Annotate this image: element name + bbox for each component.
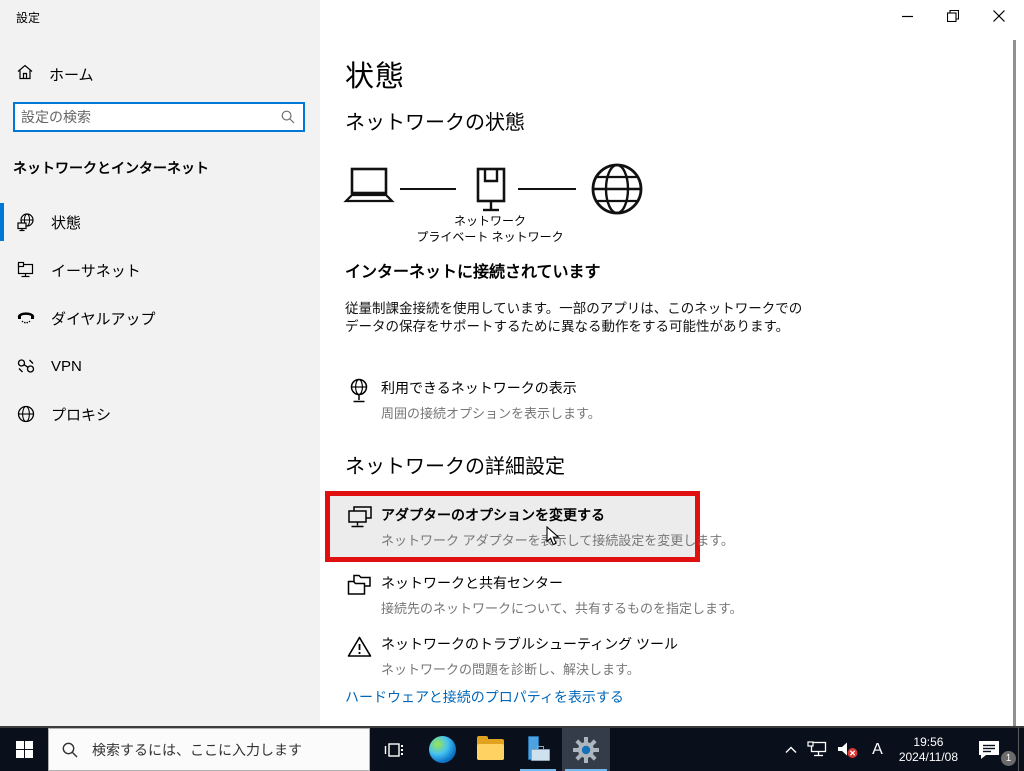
sidebar-item-label: イーサネット — [51, 262, 141, 280]
notification-badge: 1 — [1001, 751, 1016, 766]
clock-date: 2024/11/08 — [898, 749, 958, 764]
window-controls — [884, 0, 1022, 32]
restore-button[interactable] — [930, 0, 976, 32]
system-tray: A 19:56 2024/11/08 1 — [780, 727, 1024, 771]
connection-status-heading: インターネットに接続されています — [345, 264, 601, 281]
start-button[interactable] — [0, 728, 48, 771]
item-description: ネットワークの問題を診断し、解決します。 — [381, 662, 640, 677]
page-title: 状態 — [345, 61, 406, 93]
search-icon — [62, 742, 78, 757]
support-tool-app-icon[interactable] — [514, 728, 562, 771]
warning-triangle-icon — [345, 634, 373, 678]
dialup-phone-icon — [16, 308, 36, 328]
sidebar-item-label: 状態 — [51, 214, 82, 232]
window-title: 設定 — [16, 11, 41, 25]
taskbar: A 19:56 2024/11/08 1 — [0, 726, 1024, 771]
status-page: 状態 ネットワークの状態 ネットワーク プライベート ネットワーク インターネッ… — [320, 0, 1024, 726]
file-explorer-icon[interactable] — [466, 728, 514, 771]
sidebar-item-home[interactable]: ホーム — [0, 58, 320, 90]
settings-window: 設定 ホーム ネットワークとインターネット 状態 — [0, 0, 1024, 726]
vpn-icon — [16, 356, 36, 376]
ethernet-icon — [16, 260, 36, 280]
tray-volume-muted-icon[interactable] — [832, 727, 864, 771]
mouse-cursor — [546, 526, 560, 546]
internet-globe-icon — [591, 163, 643, 215]
edge-browser-icon[interactable] — [418, 728, 466, 771]
network-troubleshooter-item[interactable]: ネットワークのトラブルシューティング ツール ネットワークの問題を診断し、解決し… — [345, 634, 678, 678]
diagram-network-label: ネットワーク — [453, 214, 526, 228]
tray-chevron-up-icon[interactable] — [780, 727, 802, 771]
sidebar-item-label: プロキシ — [51, 406, 112, 424]
taskbar-search-input[interactable] — [90, 740, 340, 759]
windows-desktop: 設定 ホーム ネットワークとインターネット 状態 — [0, 0, 1024, 771]
item-title: ネットワークと共有センター — [381, 575, 563, 591]
sidebar-item-label: ダイヤルアップ — [51, 310, 156, 328]
item-title: アダプターのオプションを変更する — [381, 507, 605, 523]
close-icon[interactable] — [976, 0, 1022, 32]
item-title: ネットワークのトラブルシューティング ツール — [381, 636, 679, 652]
diagram-connector-line — [400, 188, 456, 190]
network-switch-icon — [476, 167, 506, 212]
minimize-button[interactable] — [884, 0, 930, 32]
settings-sidebar: 設定 ホーム ネットワークとインターネット 状態 — [0, 0, 320, 726]
taskbar-clock[interactable]: 19:56 2024/11/08 — [891, 735, 966, 765]
item-description: 接続先のネットワークについて、共有するものを指定します。 — [381, 601, 743, 616]
search-icon[interactable] — [281, 110, 295, 124]
taskbar-search-box[interactable] — [48, 728, 370, 771]
settings-search-box[interactable] — [13, 102, 305, 132]
metered-connection-text: 従量制課金接続を使用しています。一部のアプリは、このネットワークでのデータの保存… — [345, 300, 803, 334]
ime-indicator[interactable]: A — [864, 727, 891, 771]
status-icon — [16, 212, 36, 232]
sharing-center-icon — [345, 573, 373, 617]
sidebar-item-label: ホーム — [49, 66, 94, 84]
show-desktop-button[interactable] — [1018, 727, 1024, 771]
proxy-globe-icon — [16, 404, 36, 424]
sidebar-item-label: VPN — [51, 357, 82, 375]
settings-app-icon[interactable] — [562, 728, 610, 771]
hardware-properties-link[interactable]: ハードウェアと接続のプロパティを表示する — [345, 687, 624, 707]
network-sharing-center-item[interactable]: ネットワークと共有センター 接続先のネットワークについて、共有するものを指定しま… — [345, 573, 743, 617]
scrollbar[interactable] — [1013, 40, 1016, 726]
advanced-settings-heading: ネットワークの詳細設定 — [345, 456, 565, 478]
laptop-icon — [343, 167, 395, 203]
diagram-connector-line — [518, 188, 576, 190]
change-adapter-options-item[interactable]: アダプターのオプションを変更する ネットワーク アダプターを表示して接続設定を変… — [345, 505, 734, 549]
action-center-icon[interactable]: 1 — [966, 727, 1016, 771]
clock-time: 19:56 — [913, 734, 944, 749]
task-view-button[interactable] — [370, 728, 418, 771]
network-adapter-icon — [345, 505, 373, 549]
sidebar-item-dialup[interactable]: ダイヤルアップ — [0, 296, 320, 340]
sidebar-item-vpn[interactable]: VPN — [0, 344, 320, 388]
tray-network-icon[interactable] — [802, 727, 832, 771]
sidebar-item-ethernet[interactable]: イーサネット — [0, 248, 320, 292]
show-available-networks-item[interactable]: 利用できるネットワークの表示 周囲の接続オプションを表示します。 — [345, 378, 601, 422]
diagram-private-network-label: プライベート ネットワーク — [416, 230, 564, 244]
available-networks-icon — [345, 378, 373, 422]
sidebar-section-title: ネットワークとインターネット — [13, 160, 209, 176]
item-description: 周囲の接続オプションを表示します。 — [381, 406, 601, 421]
settings-search-input[interactable] — [15, 109, 281, 125]
home-icon — [16, 63, 34, 85]
sidebar-item-status[interactable]: 状態 — [0, 200, 320, 244]
network-status-heading: ネットワークの状態 — [345, 112, 525, 134]
sidebar-item-proxy[interactable]: プロキシ — [0, 392, 320, 436]
item-title: 利用できるネットワークの表示 — [381, 380, 577, 396]
